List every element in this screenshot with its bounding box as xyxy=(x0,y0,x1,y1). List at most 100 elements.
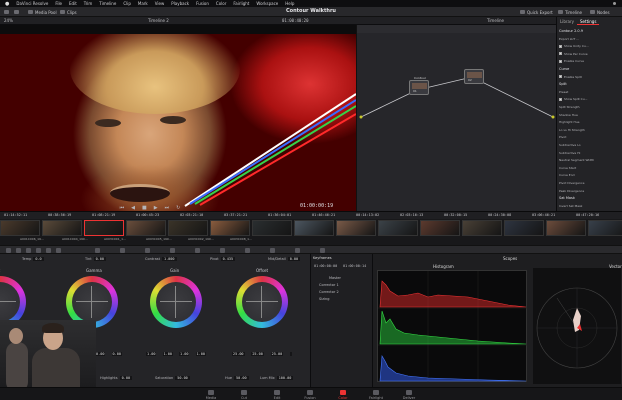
skip-forward-icon[interactable]: ⏭ xyxy=(165,205,170,211)
menu-workspace[interactable]: Workspace xyxy=(256,1,278,6)
menu-fusion[interactable]: Fusion xyxy=(196,1,209,6)
page-media[interactable]: Media xyxy=(196,390,226,400)
timeline-clip[interactable] xyxy=(504,220,544,236)
page-color[interactable]: Color xyxy=(328,390,358,400)
quick-export-button[interactable]: Quick Export xyxy=(520,9,553,15)
color-wheels-icon[interactable] xyxy=(26,248,31,253)
clips-button[interactable]: Clips xyxy=(60,9,77,15)
timeline-clip[interactable] xyxy=(546,220,586,236)
magic-mask-icon[interactable] xyxy=(220,248,225,253)
menu-app[interactable]: DaVinci Resolve xyxy=(16,1,48,6)
checkbox-icon[interactable] xyxy=(559,97,562,101)
color-warper-icon[interactable] xyxy=(120,248,125,253)
apple-icon[interactable]: ● xyxy=(5,1,9,7)
page-fusion[interactable]: Fusion xyxy=(295,390,325,400)
settings-row[interactable]: Show Per Curve xyxy=(559,52,622,56)
settings-row[interactable]: Show Split Cu... xyxy=(559,97,622,101)
bottom-param-0[interactable]: Highlights 0.00 xyxy=(100,376,133,380)
menu-help[interactable]: Help xyxy=(285,1,294,6)
loop-icon[interactable]: ↻ xyxy=(176,205,180,211)
timeline-ruler[interactable]: 01:14:52:11 00:38:56:19 01:08:21:19 01:00:4… xyxy=(0,212,622,219)
timeline-clip[interactable] xyxy=(588,220,622,236)
param-4[interactable]: Mid/Detail 0.00 xyxy=(268,257,301,261)
keyframe-row[interactable]: Corrector 1 xyxy=(319,283,339,287)
settings-row[interactable]: Enable Curve xyxy=(559,59,622,63)
camera-raw-icon[interactable] xyxy=(6,248,11,253)
play-icon[interactable]: ▶ xyxy=(154,205,158,211)
timeline-clip[interactable] xyxy=(126,220,166,236)
timeline-clip[interactable] xyxy=(210,220,250,236)
timeline-toggle-button[interactable]: Timeline xyxy=(558,9,582,15)
window-icon[interactable] xyxy=(170,248,175,253)
timeline-clip[interactable] xyxy=(420,220,460,236)
menu-trim[interactable]: Trim xyxy=(84,1,93,6)
page-fairlight[interactable]: Fairlight xyxy=(361,390,391,400)
param-2[interactable]: Contrast 1.000 xyxy=(145,257,177,261)
play-reverse-icon[interactable]: ◀ xyxy=(131,205,135,211)
node-mode-select[interactable]: Timeline xyxy=(487,18,504,23)
motion-effects-icon[interactable] xyxy=(56,248,61,253)
keyframe-row[interactable]: Master xyxy=(329,276,341,280)
timeline-clip[interactable] xyxy=(252,220,292,236)
param-0[interactable]: Temp 0.0 xyxy=(22,257,44,261)
timeline-clip[interactable] xyxy=(0,220,40,236)
bottom-param-1[interactable]: Saturation 50.00 xyxy=(155,376,190,380)
checkbox-icon[interactable] xyxy=(559,44,562,48)
menu-mark[interactable]: Mark xyxy=(138,1,148,6)
settings-row[interactable]: Enable Split xyxy=(559,75,622,79)
nodes-toggle-button[interactable]: Nodes xyxy=(590,9,610,15)
menu-view[interactable]: View xyxy=(155,1,165,6)
bottom-param-3[interactable]: Lum Mix 100.00 xyxy=(260,376,294,380)
param-3[interactable]: Pivot 0.435 xyxy=(210,257,236,261)
page-cut[interactable]: Cut xyxy=(229,390,259,400)
menu-file[interactable]: File xyxy=(55,1,62,6)
hdr-icon[interactable] xyxy=(36,248,41,253)
sizing-icon[interactable] xyxy=(295,248,300,253)
timeline-clip[interactable] xyxy=(42,220,82,236)
menu-playback[interactable]: Playback xyxy=(171,1,189,6)
menu-edit[interactable]: Edit xyxy=(69,1,77,6)
curves-icon[interactable] xyxy=(95,248,100,253)
keyframe-row[interactable]: Sizing xyxy=(319,297,329,301)
keyframe-row[interactable]: Corrector 2 xyxy=(319,290,339,294)
timeline-clip[interactable] xyxy=(378,220,418,236)
menu-fairlight[interactable]: Fairlight xyxy=(233,1,249,6)
color-match-icon[interactable] xyxy=(16,248,21,253)
timeline-name[interactable]: Timeline 2 xyxy=(148,18,169,23)
qualifier-icon[interactable] xyxy=(145,248,150,253)
lut-button[interactable] xyxy=(14,9,19,15)
checkbox-icon[interactable] xyxy=(559,52,562,56)
timeline-clip[interactable] xyxy=(168,220,208,236)
settings-row[interactable]: Show Unity Cu... xyxy=(559,44,622,48)
zoom-readout[interactable]: 24% xyxy=(4,18,13,23)
rgb-mixer-icon[interactable] xyxy=(46,248,51,253)
page-deliver[interactable]: Deliver xyxy=(394,390,424,400)
gain-wheel[interactable] xyxy=(150,276,202,328)
offset-wheel[interactable] xyxy=(236,276,288,328)
skip-back-icon[interactable]: ⏮ xyxy=(120,205,125,211)
key-icon[interactable] xyxy=(270,248,275,253)
page-edit[interactable]: Edit xyxy=(262,390,292,400)
histogram-select[interactable]: Histogram xyxy=(433,264,454,269)
menu-clip[interactable]: Clip xyxy=(123,1,131,6)
param-1[interactable]: Tint 0.00 xyxy=(85,257,107,261)
node-01[interactable]: Contour 01 xyxy=(409,76,429,95)
bottom-param-2[interactable]: Hue 50.00 xyxy=(225,376,249,380)
node-02[interactable]: 02 xyxy=(464,69,484,84)
gallery-button[interactable] xyxy=(4,9,9,15)
node-editor[interactable]: Contour 01 02 xyxy=(356,25,556,211)
timeline-clip[interactable] xyxy=(84,220,124,236)
media-pool-button[interactable]: Media Pool xyxy=(28,9,57,15)
menu-color[interactable]: Color xyxy=(216,1,226,6)
timeline-clip[interactable] xyxy=(336,220,376,236)
3d-icon[interactable] xyxy=(320,248,325,253)
tab-settings[interactable]: Settings xyxy=(577,17,600,25)
stop-icon[interactable]: ■ xyxy=(142,205,147,211)
menu-timeline[interactable]: Timeline xyxy=(99,1,116,6)
checkbox-icon[interactable] xyxy=(559,75,562,79)
tracker-icon[interactable] xyxy=(195,248,200,253)
checkbox-icon[interactable] xyxy=(559,59,562,63)
timeline-clip[interactable] xyxy=(462,220,502,236)
tab-library[interactable]: Library xyxy=(557,17,577,25)
timeline-clip[interactable] xyxy=(294,220,334,236)
